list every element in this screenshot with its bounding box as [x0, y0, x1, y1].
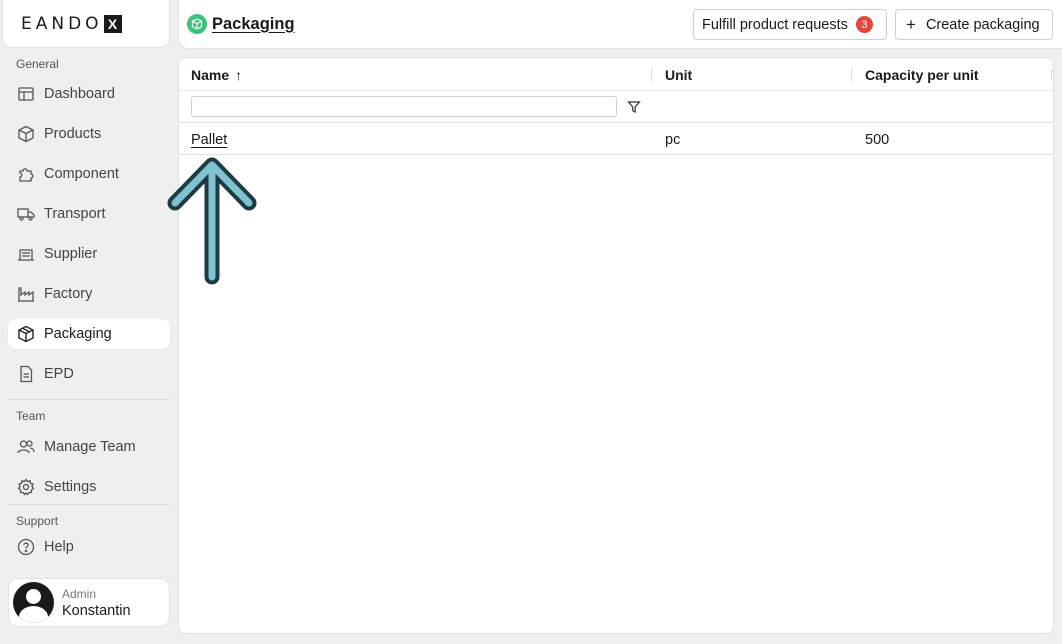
sidebar-item-transport[interactable]: Transport [8, 199, 170, 229]
sort-ascending-icon: ↑ [235, 67, 243, 83]
sidebar-item-label: Component [44, 166, 119, 182]
column-header-name[interactable]: Name ↑ [191, 67, 242, 83]
avatar [13, 582, 54, 623]
gear-icon [17, 478, 35, 496]
sidebar-item-label: Factory [44, 286, 93, 302]
warehouse-icon [17, 245, 35, 263]
sidebar-item-label: Help [44, 539, 74, 555]
sidebar-item-label: Packaging [44, 326, 112, 342]
user-profile[interactable]: Admin Konstantin [8, 578, 170, 627]
sidebar-item-factory[interactable]: Factory [8, 279, 170, 309]
sidebar-item-label: Settings [44, 479, 97, 495]
sidebar-divider [8, 399, 170, 400]
layout-icon [17, 85, 35, 103]
sidebar-item-label: Supplier [44, 246, 98, 262]
packaging-table: Name ↑ Unit Capacity per unit Pallet pc … [178, 57, 1054, 634]
package-icon [187, 14, 207, 34]
column-resize-handle[interactable] [651, 69, 652, 81]
create-packaging-button[interactable]: + Create packaging [895, 9, 1053, 40]
package-icon [17, 325, 35, 343]
sidebar-item-help[interactable]: Help [8, 532, 170, 562]
plus-icon: + [906, 14, 916, 34]
document-icon [17, 365, 35, 383]
fulfill-requests-button[interactable]: Fulfill product requests 3 [693, 9, 887, 40]
logo-mark: X [103, 14, 122, 33]
fulfill-requests-label: Fulfill product requests [702, 16, 848, 33]
header-divider [179, 90, 1053, 91]
sidebar-item-label: Manage Team [44, 439, 136, 455]
section-general: General [16, 57, 59, 71]
annotation-arrow-icon [167, 157, 257, 285]
filter-icon[interactable] [627, 100, 641, 114]
create-packaging-label: Create packaging [925, 16, 1040, 33]
name-filter-input[interactable] [191, 96, 617, 117]
section-team: Team [16, 409, 46, 423]
sidebar-item-supplier[interactable]: Supplier [8, 239, 170, 269]
row-divider [179, 154, 1053, 155]
sidebar-item-dashboard[interactable]: Dashboard [8, 79, 170, 109]
logo-text: EANDO [21, 13, 103, 34]
sidebar-item-label: EPD [44, 366, 74, 382]
user-name: Konstantin [62, 602, 131, 619]
sidebar-item-label: Products [44, 126, 102, 142]
cube-icon [17, 125, 35, 143]
sidebar-item-settings[interactable]: Settings [8, 472, 170, 502]
sidebar-item-label: Transport [44, 206, 106, 222]
column-header-unit[interactable]: Unit [665, 67, 692, 83]
row-divider [179, 122, 1053, 123]
puzzle-icon [17, 165, 35, 183]
cell-name[interactable]: Pallet [191, 132, 227, 148]
cell-unit: pc [665, 132, 681, 148]
help-circle-icon [17, 538, 35, 556]
page-title-wrap: Packaging [187, 14, 295, 34]
notification-badge: 3 [855, 16, 873, 33]
factory-icon [17, 285, 35, 303]
truck-icon [17, 205, 35, 223]
cell-capacity: 500 [865, 132, 890, 148]
sidebar-item-label: Dashboard [44, 86, 115, 102]
sidebar-item-manage-team[interactable]: Manage Team [8, 432, 170, 462]
sidebar-item-component[interactable]: Component [8, 159, 170, 189]
section-support: Support [16, 514, 59, 528]
column-header-label: Name [191, 67, 230, 83]
user-role: Admin [62, 586, 97, 601]
column-resize-handle[interactable] [1051, 69, 1052, 81]
page-title[interactable]: Packaging [212, 15, 295, 34]
sidebar-item-products[interactable]: Products [8, 119, 170, 149]
sidebar-divider [8, 504, 170, 505]
sidebar-item-packaging[interactable]: Packaging [8, 319, 170, 349]
users-icon [17, 438, 35, 456]
column-resize-handle[interactable] [851, 69, 852, 81]
page-header: Packaging Fulfill product requests 3 + C… [178, 0, 1062, 49]
sidebar-item-epd[interactable]: EPD [8, 359, 170, 389]
column-header-capacity[interactable]: Capacity per unit [865, 67, 979, 83]
logo[interactable]: EANDO X [2, 0, 170, 48]
